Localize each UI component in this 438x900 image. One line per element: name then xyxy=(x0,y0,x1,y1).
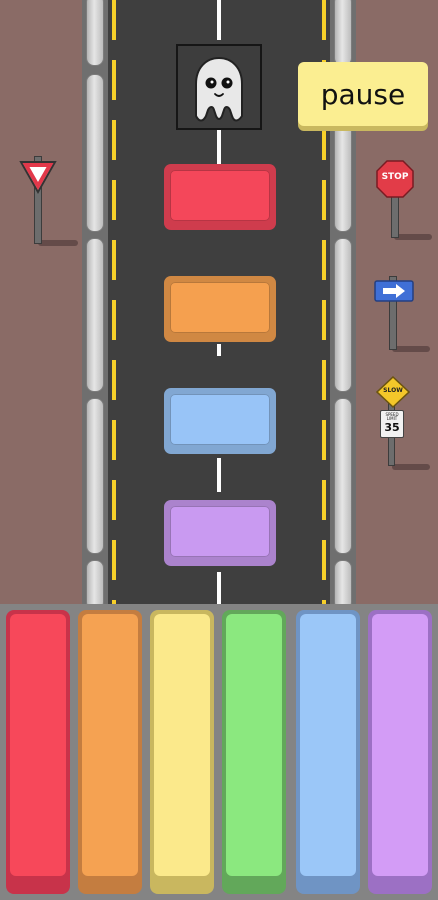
yield-sign xyxy=(18,150,78,250)
falling-block-face xyxy=(170,506,270,557)
falling-block-face xyxy=(170,394,270,445)
ground-left xyxy=(0,0,82,604)
curb-segment xyxy=(334,398,352,554)
stop-sign: STOP xyxy=(376,160,432,246)
curb-segment xyxy=(86,560,104,610)
center-line-dash xyxy=(217,0,221,40)
curb-segment xyxy=(334,238,352,392)
key-orange[interactable] xyxy=(78,610,142,894)
key-face xyxy=(82,614,138,876)
curb-left xyxy=(82,0,108,610)
curb-segment xyxy=(334,0,352,66)
player-box xyxy=(176,44,262,130)
speed-limit-value: 35 xyxy=(384,421,400,434)
direction-sign xyxy=(374,272,430,358)
curb-segment xyxy=(86,74,104,232)
center-line-dash xyxy=(217,572,221,604)
curb-segment xyxy=(86,0,104,66)
center-line-dash xyxy=(217,128,221,164)
center-line-dash xyxy=(217,458,221,492)
key-face xyxy=(154,614,210,876)
arrow-right-icon xyxy=(374,280,414,302)
falling-block-blue xyxy=(164,388,276,454)
falling-block-face xyxy=(170,282,270,333)
falling-block-purple xyxy=(164,500,276,566)
key-purple[interactable] xyxy=(368,610,432,894)
key-green[interactable] xyxy=(222,610,286,894)
slow-speed-sign: SLOW SPEED LIMIT 35 xyxy=(374,376,430,476)
curb-segment xyxy=(86,398,104,554)
falling-block-orange xyxy=(164,276,276,342)
speed-limit-plate: SPEED LIMIT 35 xyxy=(380,410,404,438)
slow-sign-label: SLOW xyxy=(383,387,403,394)
yield-icon xyxy=(19,161,57,195)
key-red[interactable] xyxy=(6,610,70,894)
key-yellow[interactable] xyxy=(150,610,214,894)
speed-limit-label: SPEED LIMIT xyxy=(385,412,399,421)
curb-segment xyxy=(334,560,352,610)
game-scene: STOP SLOW SPEED LIMIT 35 pause xyxy=(0,0,438,900)
key-face xyxy=(226,614,282,876)
key-face xyxy=(372,614,428,876)
falling-block-face xyxy=(170,170,270,221)
key-face xyxy=(300,614,356,876)
center-line-dash xyxy=(217,344,221,356)
falling-block-red xyxy=(164,164,276,230)
pause-button[interactable]: pause xyxy=(298,62,428,126)
curb-segment xyxy=(86,238,104,392)
stop-sign-label: STOP xyxy=(381,172,409,182)
ghost-icon xyxy=(195,56,243,122)
key-blue[interactable] xyxy=(296,610,360,894)
lane-edge-left xyxy=(112,0,116,604)
key-face xyxy=(10,614,66,876)
